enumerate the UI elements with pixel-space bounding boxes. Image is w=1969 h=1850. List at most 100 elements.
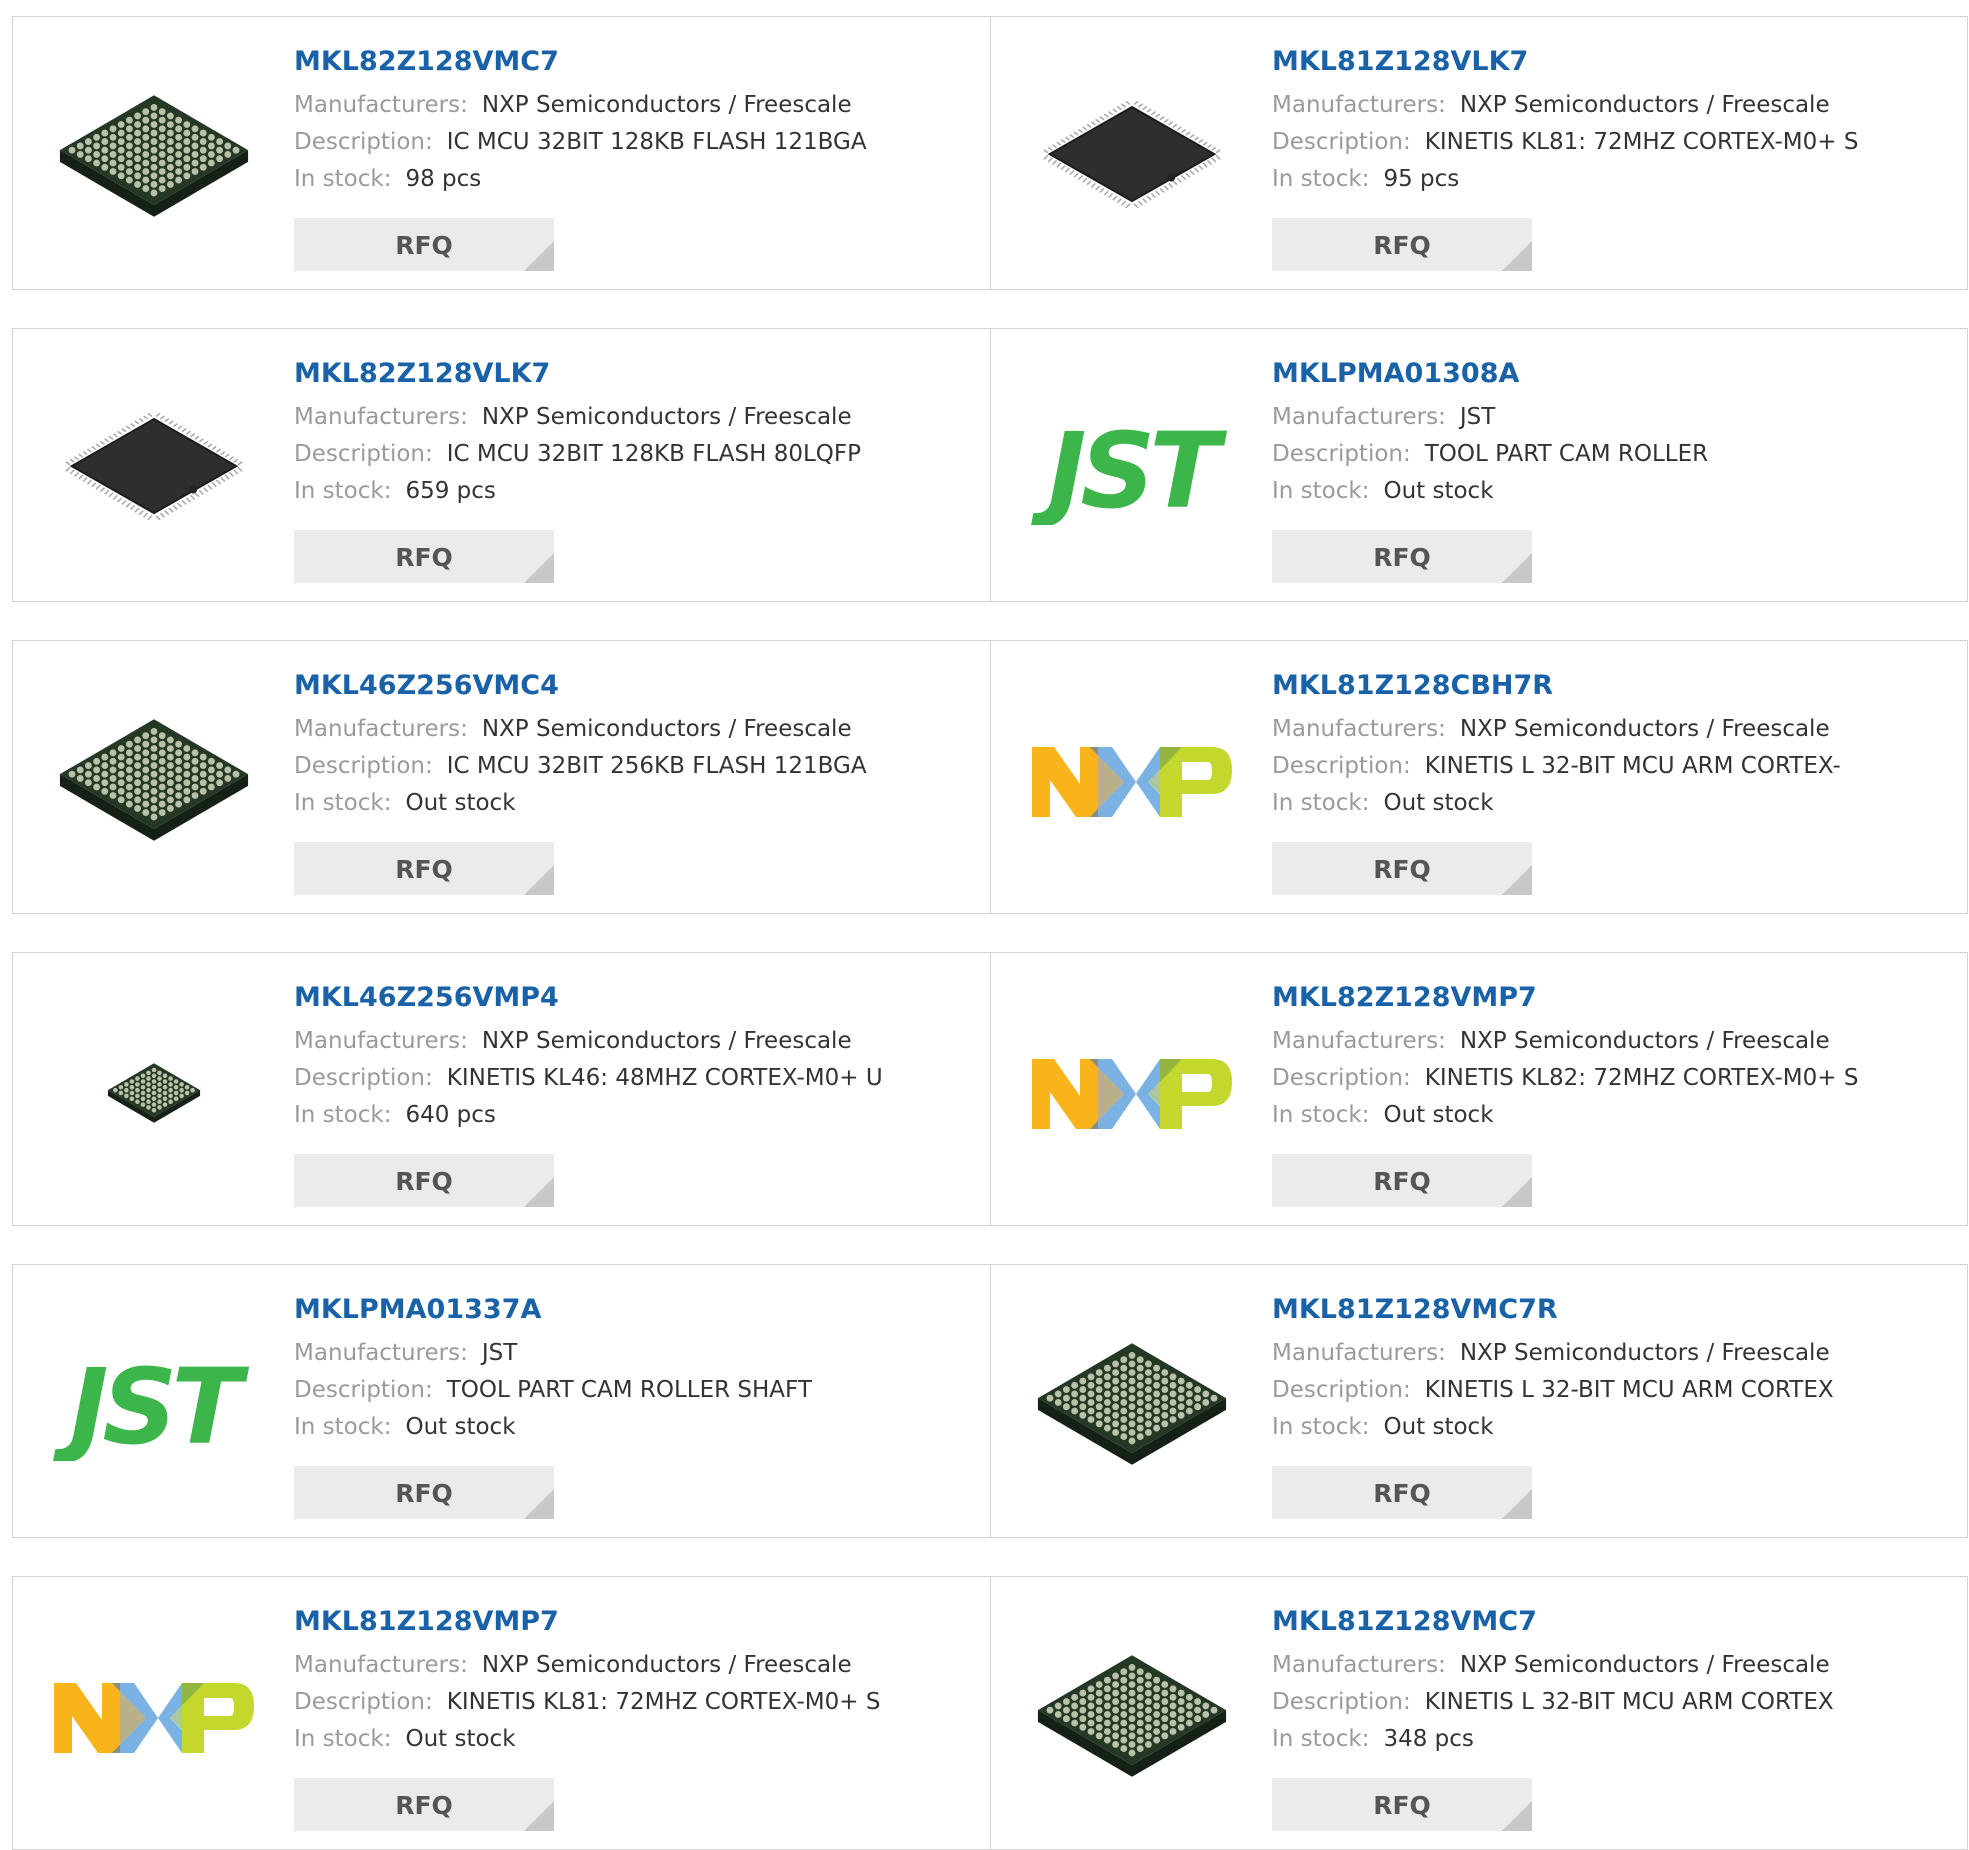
jst-logo-image[interactable]: JST — [53, 1305, 255, 1507]
stock-label: In stock: — [1272, 790, 1370, 816]
small-bga-chip-image[interactable] — [53, 993, 255, 1195]
description-value: KINETIS KL82: 72MHZ CORTEX-M0+ S — [1424, 1065, 1859, 1091]
bga-chip-image[interactable] — [1031, 1305, 1233, 1507]
stock-value: 95 pcs — [1383, 166, 1460, 192]
manufacturers-label: Manufacturers: — [1272, 1340, 1446, 1366]
description-value: KINETIS KL46: 48MHZ CORTEX-M0+ U — [446, 1065, 883, 1091]
corner-triangle-icon — [1502, 553, 1532, 583]
corner-triangle-icon — [1502, 241, 1532, 271]
rfq-button[interactable]: RFQ — [1272, 842, 1532, 895]
part-number-link[interactable]: MKL81Z128VMC7R — [1272, 1293, 1947, 1327]
manufacturers-label: Manufacturers: — [1272, 92, 1446, 118]
rfq-button[interactable]: RFQ — [1272, 530, 1532, 583]
nxp-logo-image[interactable] — [1031, 993, 1233, 1195]
rfq-button[interactable]: RFQ — [294, 530, 554, 583]
product-row: MKL46Z256VMP4 Manufacturers: NXP Semicond… — [12, 952, 1968, 1226]
jst-logo-image[interactable]: JST — [1031, 369, 1233, 571]
description-value: KINETIS L 32-BIT MCU ARM CORTEX — [1424, 1689, 1834, 1715]
stock-label: In stock: — [1272, 1726, 1370, 1752]
rfq-button[interactable]: RFQ — [294, 1466, 554, 1519]
manufacturers-label: Manufacturers: — [294, 404, 468, 430]
stock-value: Out stock — [1383, 790, 1494, 816]
product-card: MKL46Z256VMC4 Manufacturers: NXP Semicond… — [13, 641, 990, 913]
rfq-label: RFQ — [1373, 1167, 1431, 1196]
rfq-label: RFQ — [1373, 231, 1431, 260]
stock-label: In stock: — [294, 1414, 392, 1440]
stock-value: Out stock — [1383, 1414, 1494, 1440]
rfq-button[interactable]: RFQ — [294, 218, 554, 271]
description-label: Description: — [294, 1689, 433, 1715]
manufacturers-label: Manufacturers: — [1272, 1028, 1446, 1054]
corner-triangle-icon — [524, 241, 554, 271]
rfq-button[interactable]: RFQ — [1272, 218, 1532, 271]
rfq-button[interactable]: RFQ — [1272, 1778, 1532, 1831]
nxp-logo-image[interactable] — [53, 1617, 255, 1819]
rfq-label: RFQ — [395, 855, 453, 884]
part-number-link[interactable]: MKL81Z128VMC7 — [1272, 1605, 1947, 1639]
product-card: MKL81Z128CBH7R Manufacturers: NXP Semicon… — [990, 641, 1967, 913]
stock-value: 640 pcs — [405, 1102, 496, 1128]
description-value: KINETIS L 32-BIT MCU ARM CORTEX — [1424, 1377, 1834, 1403]
description-value: KINETIS L 32-BIT MCU ARM CORTEX- — [1424, 753, 1841, 779]
description-value: IC MCU 32BIT 256KB FLASH 121BGA — [446, 753, 867, 779]
description-value: KINETIS KL81: 72MHZ CORTEX-M0+ S — [1424, 129, 1859, 155]
part-number-link[interactable]: MKL82Z128VLK7 — [294, 357, 970, 391]
part-number-link[interactable]: MKL82Z128VMP7 — [1272, 981, 1947, 1015]
rfq-button[interactable]: RFQ — [294, 842, 554, 895]
manufacturer-value: NXP Semiconductors / Freescale — [481, 716, 852, 742]
lqfp-chip-image[interactable] — [1031, 57, 1233, 259]
product-row: MKL82Z128VMC7 Manufacturers: NXP Semicond… — [12, 16, 1968, 290]
part-number-link[interactable]: MKLPMA01308A — [1272, 357, 1947, 391]
rfq-label: RFQ — [395, 1167, 453, 1196]
bga-chip-image[interactable] — [1031, 1617, 1233, 1819]
rfq-button[interactable]: RFQ — [294, 1778, 554, 1831]
stock-label: In stock: — [294, 790, 392, 816]
product-card: JST MKLPMA01308A Manufacturers: JST Descr… — [990, 329, 1967, 601]
manufacturer-value: NXP Semiconductors / Freescale — [1459, 1340, 1830, 1366]
stock-label: In stock: — [1272, 1414, 1370, 1440]
stock-label: In stock: — [1272, 1102, 1370, 1128]
manufacturer-value: NXP Semiconductors / Freescale — [1459, 1028, 1830, 1054]
svg-text:JST: JST — [53, 1351, 249, 1461]
manufacturers-label: Manufacturers: — [1272, 716, 1446, 742]
part-number-link[interactable]: MKLPMA01337A — [294, 1293, 970, 1327]
part-number-link[interactable]: MKL81Z128CBH7R — [1272, 669, 1947, 703]
description-label: Description: — [1272, 1065, 1411, 1091]
description-label: Description: — [1272, 441, 1411, 467]
part-number-link[interactable]: MKL46Z256VMP4 — [294, 981, 970, 1015]
description-value: IC MCU 32BIT 128KB FLASH 121BGA — [446, 129, 867, 155]
description-label: Description: — [294, 129, 433, 155]
manufacturer-value: NXP Semiconductors / Freescale — [1459, 92, 1830, 118]
rfq-button[interactable]: RFQ — [294, 1154, 554, 1207]
manufacturer-value: NXP Semiconductors / Freescale — [481, 404, 852, 430]
product-card: MKL82Z128VLK7 Manufacturers: NXP Semicond… — [13, 329, 990, 601]
stock-label: In stock: — [294, 1726, 392, 1752]
description-label: Description: — [294, 1065, 433, 1091]
nxp-logo-image[interactable] — [1031, 681, 1233, 883]
description-label: Description: — [294, 441, 433, 467]
stock-value: Out stock — [1383, 478, 1494, 504]
stock-value: Out stock — [1383, 1102, 1494, 1128]
stock-value: 348 pcs — [1383, 1726, 1474, 1752]
manufacturers-label: Manufacturers: — [294, 1652, 468, 1678]
manufacturers-label: Manufacturers: — [294, 92, 468, 118]
bga-chip-image[interactable] — [53, 57, 255, 259]
manufacturers-label: Manufacturers: — [1272, 404, 1446, 430]
part-number-link[interactable]: MKL81Z128VMP7 — [294, 1605, 970, 1639]
description-value: TOOL PART CAM ROLLER SHAFT — [446, 1377, 812, 1403]
bga-chip-image[interactable] — [53, 681, 255, 883]
rfq-label: RFQ — [395, 231, 453, 260]
lqfp-chip-image[interactable] — [53, 369, 255, 571]
corner-triangle-icon — [1502, 1489, 1532, 1519]
part-number-link[interactable]: MKL46Z256VMC4 — [294, 669, 970, 703]
corner-triangle-icon — [524, 1489, 554, 1519]
rfq-button[interactable]: RFQ — [1272, 1154, 1532, 1207]
rfq-button[interactable]: RFQ — [1272, 1466, 1532, 1519]
part-number-link[interactable]: MKL81Z128VLK7 — [1272, 45, 1947, 79]
part-number-link[interactable]: MKL82Z128VMC7 — [294, 45, 970, 79]
stock-label: In stock: — [1272, 166, 1370, 192]
product-card: MKL81Z128VMC7 Manufacturers: NXP Semicond… — [990, 1577, 1967, 1849]
description-label: Description: — [1272, 129, 1411, 155]
stock-value: Out stock — [405, 1414, 516, 1440]
rfq-label: RFQ — [395, 1791, 453, 1820]
